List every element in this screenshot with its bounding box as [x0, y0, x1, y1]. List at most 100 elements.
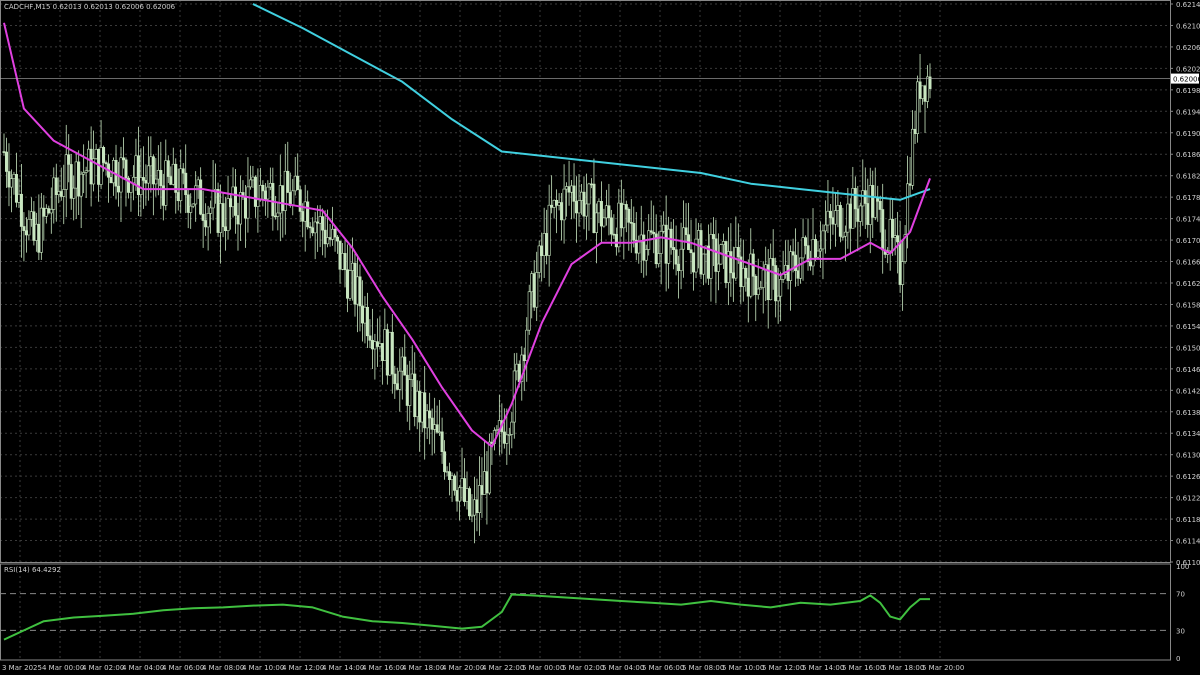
candle-body — [913, 128, 917, 134]
candle-body — [164, 160, 168, 206]
candle-body — [828, 210, 832, 218]
candle-body — [818, 248, 822, 252]
candle-body — [756, 288, 760, 295]
candle-body — [679, 248, 683, 272]
x-tick-label: 5 Mar 02:00 — [562, 664, 604, 672]
candle-body — [811, 239, 815, 267]
candle-body — [104, 162, 108, 165]
candle-body — [393, 373, 397, 384]
candle-body — [592, 183, 596, 233]
candle-body — [14, 174, 18, 203]
candle-body — [813, 239, 817, 258]
candle-body — [659, 231, 663, 254]
candle-body — [926, 76, 930, 102]
y-tick-label: 0.62065 — [1176, 44, 1200, 52]
y-tick-label: 0.61185 — [1176, 516, 1200, 524]
candle-body — [662, 224, 666, 232]
candle-body — [358, 276, 362, 307]
candle-body — [131, 176, 135, 184]
candle-body — [657, 253, 661, 265]
candle-body — [221, 203, 225, 228]
y-tick-label: 0.61905 — [1176, 130, 1200, 138]
y-tick-label: 0.61625 — [1176, 280, 1200, 288]
candle-body — [117, 185, 121, 193]
candle-body — [831, 217, 835, 225]
candle-body — [453, 475, 457, 491]
y-tick-label: 0.62105 — [1176, 22, 1200, 30]
candle-body — [149, 156, 153, 167]
candle-body — [77, 161, 81, 197]
candle-body — [169, 176, 173, 185]
candle-body — [435, 424, 439, 433]
candle-body — [191, 203, 195, 207]
x-tick-label: 5 Mar 18:00 — [882, 664, 924, 672]
candle-body — [243, 196, 247, 219]
candle-body — [186, 194, 190, 213]
candle-body — [791, 251, 795, 256]
x-tick-label: 4 Mar 02:00 — [82, 664, 124, 672]
candle-body — [390, 331, 394, 375]
candle-body — [224, 226, 228, 232]
candle-body — [89, 148, 93, 185]
candle-body — [637, 241, 641, 254]
candle-body — [37, 223, 41, 253]
candle-body — [17, 193, 21, 203]
candle-body — [682, 227, 686, 250]
candle-body — [632, 223, 636, 241]
candle-body — [343, 253, 347, 271]
candle-body — [425, 410, 429, 429]
candle-body — [321, 216, 325, 231]
candle-body — [293, 175, 297, 192]
candle-body — [261, 184, 265, 192]
x-tick-label: 4 Mar 16:00 — [362, 664, 404, 672]
candle-body — [74, 161, 78, 189]
candle-body — [383, 329, 387, 361]
candle-body — [667, 228, 671, 264]
candle-body — [139, 177, 143, 195]
candle-body — [385, 329, 389, 376]
candle-body — [380, 343, 384, 361]
candle-body — [796, 270, 800, 279]
candle-body — [629, 221, 633, 224]
candle-body — [833, 210, 837, 225]
candle-body — [684, 227, 688, 235]
candle-body — [545, 233, 549, 256]
candle-body — [229, 198, 233, 208]
candle-body — [448, 471, 452, 480]
candle-body — [896, 235, 900, 243]
x-tick-label: 4 Mar 06:00 — [162, 664, 204, 672]
candle-body — [415, 390, 419, 418]
rsi-tick-label: 30 — [1176, 627, 1185, 635]
candle-body — [701, 253, 705, 275]
candle-body — [179, 168, 183, 201]
candle-body — [346, 269, 350, 299]
y-tick-label: 0.61425 — [1176, 387, 1200, 395]
candle-body — [510, 421, 514, 435]
candle-body — [823, 224, 827, 232]
candle-body — [32, 211, 36, 241]
x-tick-label: 5 Mar 06:00 — [642, 664, 684, 672]
candle-body — [9, 178, 13, 188]
trading-chart[interactable]: 0.62145 0.62105 0.62065 0.62025 0.61985 0.619… — [0, 0, 1200, 675]
candle-body — [97, 149, 101, 185]
candle-body — [129, 182, 133, 193]
candle-body — [664, 224, 668, 264]
candle-body — [555, 199, 559, 206]
candle-body — [39, 207, 43, 253]
candle-body — [622, 204, 626, 229]
candle-body — [923, 85, 927, 102]
candle-body — [537, 245, 541, 273]
candle-body — [589, 183, 593, 186]
candle-body — [216, 189, 220, 233]
candle-body — [609, 217, 613, 235]
x-tick-label: 5 Mar 20:00 — [922, 664, 964, 672]
candle-body — [54, 177, 58, 195]
x-tick-label: 4 Mar 08:00 — [202, 664, 244, 672]
candle-body — [181, 168, 185, 174]
candle-body — [263, 190, 267, 200]
candle-body — [159, 169, 163, 187]
rsi-tick-label: 70 — [1176, 591, 1185, 599]
candle-body — [403, 356, 407, 376]
candle-body — [642, 234, 646, 261]
candle-body — [124, 159, 128, 179]
